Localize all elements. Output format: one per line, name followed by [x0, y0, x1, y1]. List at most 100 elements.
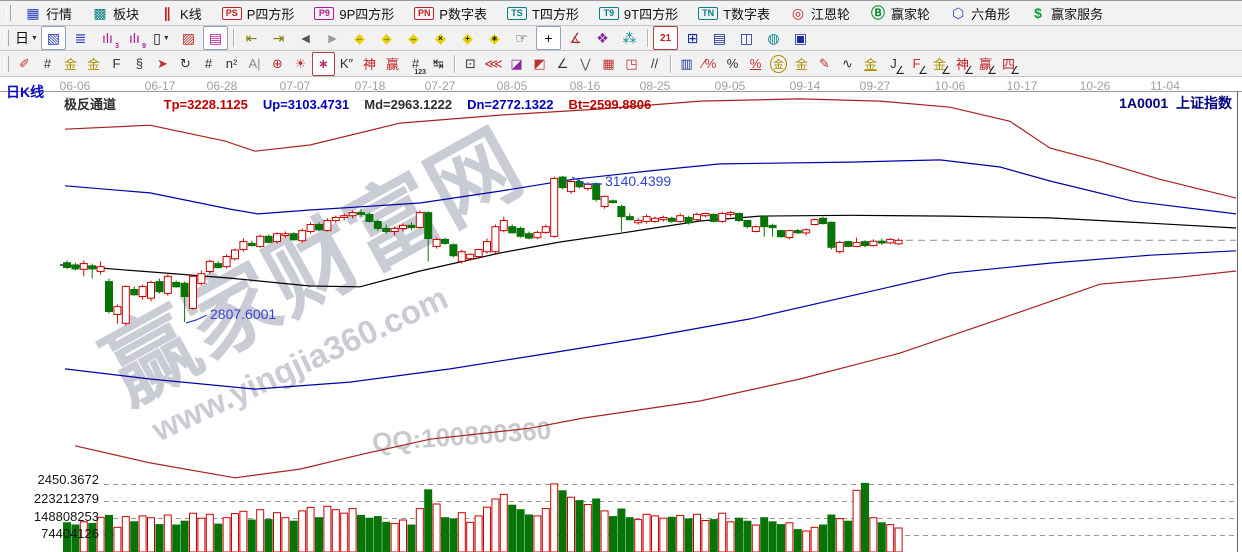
shen-angle-button[interactable]: 神∠: [951, 52, 974, 76]
menu-item-p9-square[interactable]: P99P四方形: [304, 1, 404, 25]
red-grid-button[interactable]: ▦: [597, 52, 620, 76]
period-day-selector[interactable]: 日▼: [14, 26, 39, 50]
pn-table-icon: PN: [414, 7, 434, 20]
goto-start-button[interactable]: ⇤: [239, 26, 264, 50]
angle-lines-button[interactable]: ∠: [551, 52, 574, 76]
bars-9-icon: ılı: [129, 30, 140, 46]
gold-grid2-button[interactable]: 金: [82, 52, 105, 76]
pattern-brain-button[interactable]: ⁂: [617, 26, 642, 50]
menu-item-winner-service[interactable]: $赢家服务: [1020, 1, 1113, 25]
percent-button[interactable]: %: [721, 52, 744, 76]
f-angle-button[interactable]: F∠: [905, 52, 928, 76]
menu-item-tn-table[interactable]: TNT数字表: [688, 1, 780, 25]
histogram-button[interactable]: ▤: [203, 26, 228, 50]
spiral-button[interactable]: §: [128, 52, 151, 76]
angle-measure-button[interactable]: ∡: [563, 26, 588, 50]
chart-area[interactable]: 赢家财富网 www.yingjia360.com QQ:100800360 日K…: [0, 77, 1242, 552]
menu-item-pn-table[interactable]: PNP数字表: [404, 1, 497, 25]
brush-button[interactable]: ✎: [813, 52, 836, 76]
gold-underline-button[interactable]: 金: [859, 52, 882, 76]
notes-button[interactable]: ▤: [707, 26, 732, 50]
target-circle-button[interactable]: ⊕: [266, 52, 289, 76]
bars-9-button[interactable]: ılı9: [122, 26, 147, 50]
grid-tool-button[interactable]: #: [36, 52, 59, 76]
info-list-icon: ≣: [75, 30, 87, 47]
bars-3-button[interactable]: ılı3: [95, 26, 120, 50]
step-back-button[interactable]: ◄: [293, 26, 318, 50]
parallel-lines-button[interactable]: //: [643, 52, 666, 76]
menu-item-ts-square[interactable]: TST四方形: [497, 1, 589, 25]
crosshair-icon: +: [544, 30, 552, 46]
numbered-grid-button[interactable]: #123: [404, 52, 427, 76]
menu-item-label: 9T四方形: [624, 4, 678, 23]
a-line-button[interactable]: A|: [243, 52, 266, 76]
menu-item-ps-square[interactable]: PSP四方形: [212, 1, 305, 25]
menu-item-t9-square[interactable]: T99T四方形: [589, 1, 688, 25]
goto-start-icon: ⇤: [246, 30, 258, 47]
gold-angle-button[interactable]: 金∠: [928, 52, 951, 76]
column-stats-button[interactable]: ▥: [675, 52, 698, 76]
menu-item-winner-wheel[interactable]: Ⓑ赢家轮: [860, 1, 940, 25]
indicator-param: Bt=2599.8806: [568, 97, 651, 112]
ps-square-icon: PS: [222, 7, 242, 20]
goto-end-button[interactable]: ⇥: [266, 26, 291, 50]
shen-tool-button[interactable]: 神: [358, 52, 381, 76]
percent-red-button[interactable]: %: [744, 52, 767, 76]
notes-icon: ▤: [713, 30, 726, 47]
draw-pen-button[interactable]: ✐: [13, 52, 36, 76]
starburst-button[interactable]: ☀: [289, 52, 312, 76]
web-export-button[interactable]: ◍: [761, 26, 786, 50]
gann-fan-button[interactable]: ⋘: [482, 52, 505, 76]
date-tick-label: 11-04: [1150, 79, 1180, 93]
fan-box-button[interactable]: ◪: [505, 52, 528, 76]
ying-angle-button[interactable]: 赢∠: [974, 52, 997, 76]
menu-item-label: 行情: [46, 4, 72, 23]
menu-item-hexagon[interactable]: ⬡六角形: [940, 1, 1020, 25]
diamond-expand-button[interactable]: ◆↔: [401, 26, 426, 50]
candle-style-selector[interactable]: ▯▼: [149, 26, 174, 50]
k-quote-button[interactable]: K″: [335, 52, 358, 76]
pattern-red-button[interactable]: ▨: [176, 26, 201, 50]
diamond-plus-button[interactable]: ◆+: [455, 26, 480, 50]
boxed-burst-button[interactable]: ∗: [312, 52, 335, 76]
print-button[interactable]: ▣: [788, 26, 813, 50]
hand-tool-button[interactable]: ☞: [509, 26, 534, 50]
chart-pattern-button[interactable]: ▧: [41, 26, 66, 50]
step-forward-button[interactable]: ►: [320, 26, 345, 50]
save-button[interactable]: ◫: [734, 26, 759, 50]
n-square-button[interactable]: n²: [220, 52, 243, 76]
box-grid-button[interactable]: ⊡: [459, 52, 482, 76]
gold-circle-button[interactable]: 金: [767, 52, 790, 76]
k-quote-icon: K″: [340, 56, 353, 71]
dense-grid-button[interactable]: #: [197, 52, 220, 76]
rays-box-button[interactable]: ◩: [528, 52, 551, 76]
width-measure-button[interactable]: ↹: [427, 52, 450, 76]
gold-lines-button[interactable]: 金: [790, 52, 813, 76]
diamond-left-button[interactable]: ◆←: [347, 26, 372, 50]
menu-item-gann-wheel[interactable]: ◎江恩轮: [780, 1, 860, 25]
menu-item-sectors-blocks[interactable]: ▩板块: [82, 1, 149, 25]
crosshair-button[interactable]: +: [536, 26, 561, 50]
f-grid-button[interactable]: F: [105, 52, 128, 76]
v-lines-button[interactable]: ⋁: [574, 52, 597, 76]
time-cycle-button[interactable]: ↻: [174, 52, 197, 76]
ying-tool-button[interactable]: 赢: [381, 52, 404, 76]
diamond-cross-button[interactable]: ◆×: [428, 26, 453, 50]
j-angle-button[interactable]: J∠: [882, 52, 905, 76]
four-angle-button[interactable]: 四∠: [997, 52, 1020, 76]
grid-arrow-button[interactable]: ◳: [620, 52, 643, 76]
menu-item-kline-candle[interactable]: ∥K线: [149, 1, 212, 25]
menu-item-quotes-table[interactable]: ▦行情: [15, 1, 82, 25]
info-list-button[interactable]: ≣: [68, 26, 93, 50]
diamond-right-button[interactable]: ◆→: [374, 26, 399, 50]
rocket-button[interactable]: ➤: [151, 52, 174, 76]
gold-grid-button[interactable]: 金: [59, 52, 82, 76]
wave-a-button[interactable]: ∿: [836, 52, 859, 76]
diamond-star-button[interactable]: ◆∗: [482, 26, 507, 50]
percent-line-button[interactable]: ∕%: [698, 52, 721, 76]
calculator-button[interactable]: ⊞: [680, 26, 705, 50]
marker-tool-button[interactable]: ❖: [590, 26, 615, 50]
calendar-button[interactable]: 21: [653, 26, 678, 50]
toolbar-separator: [454, 55, 455, 73]
indicator-param: Up=3103.4731: [263, 97, 349, 112]
